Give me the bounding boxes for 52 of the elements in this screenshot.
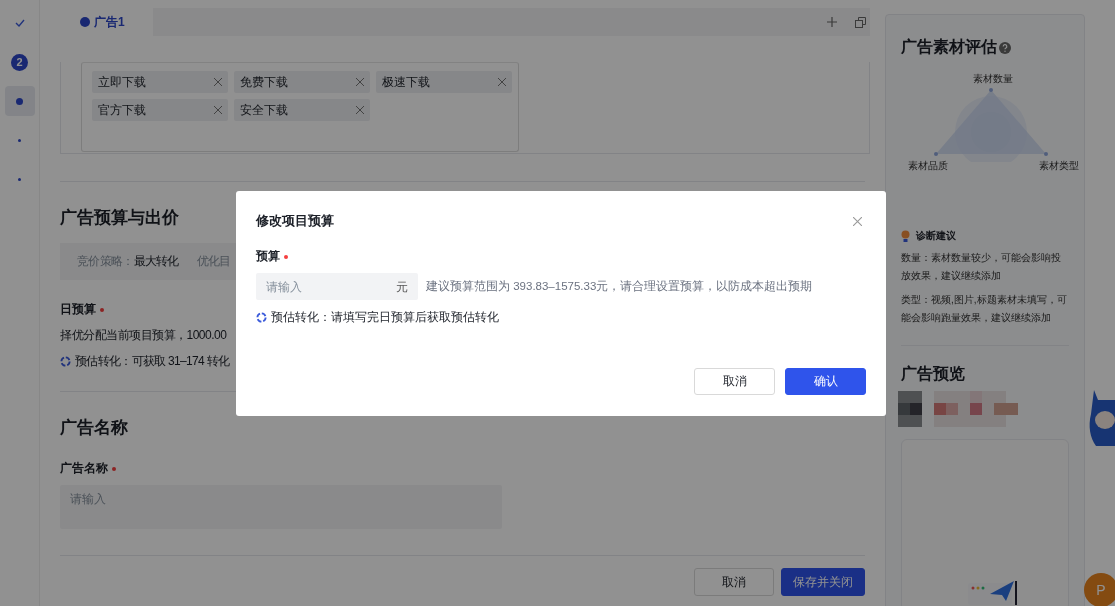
close-icon[interactable]	[356, 78, 364, 86]
advice-text: 类型：视频,图片,标题素材未填写，可能会影响跑量效果，建议继续添加	[901, 293, 1068, 325]
tag-label: 立即下载	[98, 73, 146, 91]
close-icon[interactable]	[214, 78, 222, 86]
step-dot	[18, 177, 21, 181]
optimize-label: 优化目	[196, 253, 231, 270]
ad-tab[interactable]: 广告1	[60, 8, 153, 36]
name-field[interactable]: 请输入	[60, 485, 502, 529]
step-item[interactable]: 2	[4, 47, 35, 77]
field-label: 日预算	[60, 301, 96, 318]
step-dot	[16, 97, 23, 105]
cancel-button[interactable]: 取消	[694, 368, 775, 395]
tag-label: 安全下载	[240, 101, 288, 119]
user-avatar[interactable]: P	[1084, 573, 1115, 606]
add-icon[interactable]	[827, 17, 837, 27]
strategy-value: 最大转化	[133, 253, 179, 270]
dialog-title: 修改项目预算	[256, 212, 334, 230]
cancel-button[interactable]: 取消	[694, 568, 774, 596]
close-icon[interactable]	[498, 78, 506, 86]
field-label: 预算	[256, 248, 280, 265]
estimate-text: 预估转化：请填写完日预算后获取预估转化	[271, 309, 499, 326]
bulb-icon	[901, 230, 910, 242]
close-icon[interactable]	[356, 106, 364, 114]
tag-label: 极速下载	[382, 73, 430, 91]
section-title: 广告预算与出价	[60, 207, 179, 229]
help-icon[interactable]	[999, 41, 1011, 54]
section-title: 广告名称	[60, 417, 128, 439]
copy-icon[interactable]	[855, 16, 866, 28]
save-close-button[interactable]: 保存并关闭	[781, 568, 865, 596]
estimate-text: 预估转化：可获取 31–174 转化	[75, 353, 230, 370]
axis-label: 素材数量	[973, 72, 1013, 86]
loading-icon	[256, 312, 267, 323]
step-dot	[18, 138, 21, 142]
check-icon	[14, 19, 25, 27]
tag-label: 免费下载	[240, 73, 288, 91]
axis-label: 素材品质	[908, 159, 948, 173]
field-label: 广告名称	[60, 460, 108, 477]
step-item[interactable]	[4, 86, 35, 116]
unit-label: 元	[396, 279, 408, 296]
daily-budget-text: 择优分配当前项目预算，1000.00	[60, 327, 227, 344]
tag-label: 官方下载	[98, 101, 146, 119]
advice-text: 数量：素材数量较少，可能会影响投放效果，建议继续添加	[901, 251, 1062, 283]
hint-text: 建议预算范围为 393.83–1575.33元，请合理设置预算，以防成本超出预期	[426, 279, 813, 294]
confirm-button[interactable]: 确认	[785, 368, 866, 395]
advice-title: 诊断建议	[916, 229, 956, 243]
close-icon[interactable]	[214, 106, 222, 114]
panel-title: 广告预览	[901, 364, 966, 384]
panel-title: 广告素材评估	[901, 37, 997, 57]
step-number: 2	[11, 53, 28, 71]
loading-icon	[60, 356, 71, 367]
close-icon[interactable]	[853, 216, 862, 226]
axis-label: 素材类型	[1039, 159, 1079, 173]
